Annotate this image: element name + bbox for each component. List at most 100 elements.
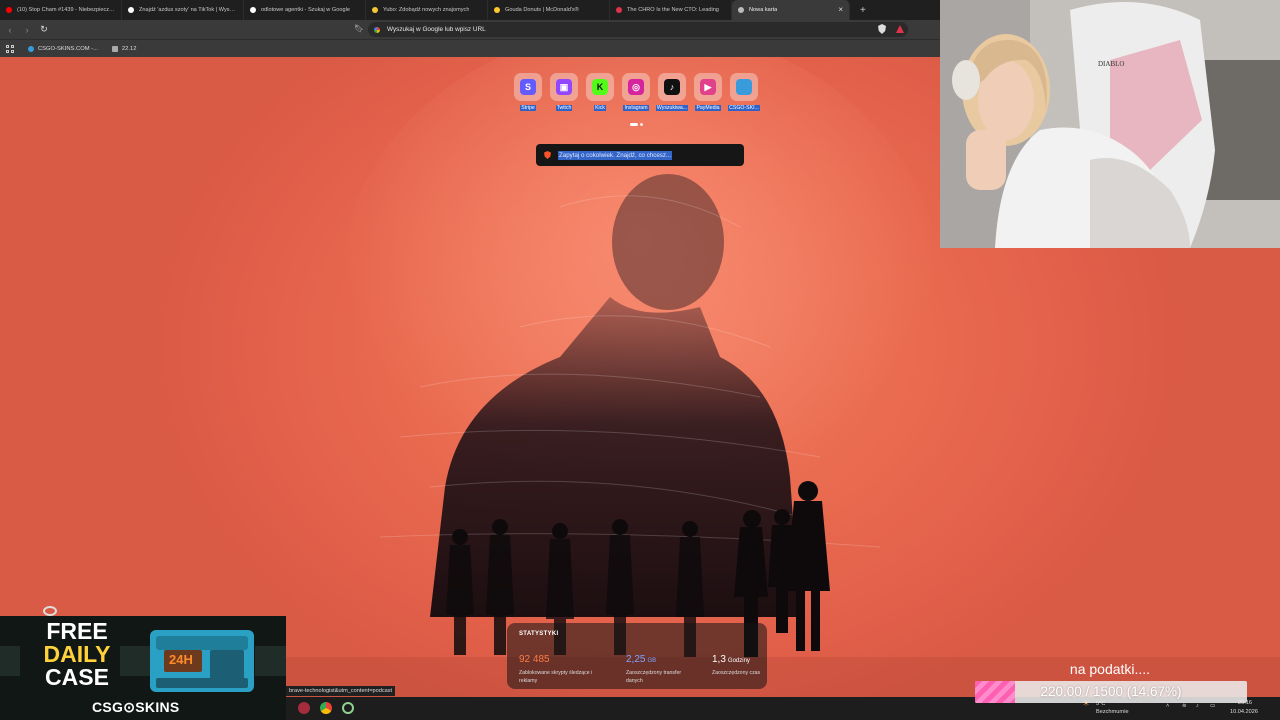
page-icon: [111, 45, 118, 52]
shortcut-pager[interactable]: [630, 123, 643, 126]
shortcut-instagram[interactable]: ◎ Instagram: [622, 73, 650, 111]
shortcut-label: Kick: [594, 105, 606, 111]
tab-title: Yubo: Zdobądź nowych znajomych: [383, 7, 470, 13]
bookmark-csgo-skins[interactable]: CSGO-SKINS.COM -...: [28, 45, 98, 52]
pager-dot-active[interactable]: [630, 123, 638, 126]
opera-icon[interactable]: [298, 702, 310, 714]
spotify-icon[interactable]: [342, 702, 354, 714]
close-icon[interactable]: ×: [838, 5, 843, 14]
shortcut-tiktok-search[interactable]: ♪ Wyszukiwa...: [655, 73, 689, 111]
clock-date[interactable]: 10.04.2026: [1230, 709, 1258, 715]
tab-new-tab[interactable]: Nowa karta ×: [732, 0, 850, 20]
chevron-up-icon[interactable]: ˄: [1166, 703, 1169, 709]
bookmark-label: CSGO-SKINS.COM -...: [38, 45, 98, 52]
shortcut-label: Wyszukiwa...: [655, 105, 689, 111]
sponsor-brand: CSG⊙SKINS: [92, 699, 180, 715]
csgo-skins-icon: [43, 606, 57, 616]
battery-icon[interactable]: ▭: [1210, 703, 1215, 709]
stat-value: 92 485: [519, 654, 550, 665]
bookmark-icon[interactable]: 🔖︎: [354, 24, 364, 33]
csgo-skins-icon: [736, 79, 752, 95]
headline-line: FREE: [46, 618, 108, 644]
ai-search-placeholder: Zapytaj o cokolwiek. Znajdź, co chcesz..…: [558, 150, 673, 160]
leo-ai-search-box[interactable]: Zapytaj o cokolwiek. Znajdź, co chcesz..…: [536, 144, 744, 166]
tab-title: Gouda Donuts | McDonald's®: [505, 7, 579, 13]
donation-goal-title: na podatki....: [1069, 661, 1151, 677]
shortcut-stripe[interactable]: S Stripe: [514, 73, 542, 111]
tab-chro-article[interactable]: The CHRO Is the New CTO: Leading: [610, 0, 732, 20]
headline-line: CASE: [45, 664, 109, 690]
shortcut-paymedia[interactable]: ▶ PayMedia: [694, 73, 722, 111]
yubo-icon: [372, 7, 378, 13]
tiktok-icon: [128, 7, 134, 13]
shortcut-kick[interactable]: K Kick: [586, 73, 614, 111]
streamer-webcam-image: DIABLO: [940, 0, 1280, 248]
tab-strip: (10) Stop Cham #1439 - Niebezpieczne Zna…: [0, 0, 940, 20]
tiktok-icon: ♪: [664, 79, 680, 95]
stat-description: Zablokowane skrypty śledzące i reklamy: [519, 670, 593, 684]
brave-icon: [738, 7, 744, 13]
webcam-overlay: DIABLO: [940, 0, 1280, 248]
tab-title: (10) Stop Cham #1439 - Niebezpieczne: [17, 7, 115, 13]
kick-icon: K: [592, 79, 608, 95]
google-icon: [250, 7, 256, 13]
tab-title: Znajdź 'azdus szoty' na TikTok | Wyszuka…: [139, 7, 237, 13]
reload-icon[interactable]: ↻: [37, 24, 51, 35]
instagram-icon: ◎: [628, 79, 644, 95]
address-bar[interactable]: Wyszukaj w Google lub wpisz URL: [368, 22, 908, 37]
donation-goal-bar: 220.00 / 1500 (14.67%): [975, 681, 1247, 703]
tab-mcdonalds[interactable]: Gouda Donuts | McDonald's®: [488, 0, 610, 20]
status-bar-url: brave-technologist&utm_content=podcast: [286, 686, 396, 696]
donation-goal-label: 220.00 / 1500 (14.67%): [1040, 684, 1182, 699]
mcdonalds-icon: [494, 7, 500, 13]
twitch-icon: ▣: [556, 79, 572, 95]
address-placeholder: Wyszukaj w Google lub wpisz URL: [387, 26, 486, 33]
tab-google[interactable]: odlotowe agentki - Szukaj w Google: [244, 0, 366, 20]
chair-logo-text: DIABLO: [1098, 60, 1124, 68]
youtube-icon: [6, 7, 12, 13]
tab-title: Nowa karta: [749, 7, 778, 13]
brave-rewards-icon[interactable]: [896, 25, 904, 33]
chrome-icon[interactable]: [320, 702, 332, 714]
new-tab-button[interactable]: +: [860, 5, 866, 16]
browser-toolbar: ‹ › ↻ 🔖︎ Wyszukaj w Google lub wpisz URL: [0, 20, 940, 39]
shortcut-label: PayMedia: [695, 105, 721, 111]
stat-bandwidth-saved: 2,25 GB Zaoszczędzony transfer danych: [626, 649, 696, 685]
stat-time-saved: 1,3 Godziny Zaoszczędzony czas: [712, 649, 762, 677]
shortcut-label: Stripe: [520, 105, 536, 111]
volume-icon[interactable]: ♪: [1196, 703, 1199, 709]
tab-yubo[interactable]: Yubo: Zdobądź nowych znajomych: [366, 0, 488, 20]
stat-value: 1,3: [712, 654, 726, 665]
stat-unit: Godziny: [727, 658, 750, 664]
pager-dot[interactable]: [640, 123, 643, 126]
stat-value: 2,25: [626, 654, 646, 665]
stat-description: Zaoszczędzony transfer danych: [626, 670, 682, 684]
tab-youtube[interactable]: (10) Stop Cham #1439 - Niebezpieczne: [0, 0, 122, 20]
screen: (10) Stop Cham #1439 - Niebezpieczne Zna…: [0, 0, 1280, 720]
top-sites: S Stripe ▣ Twitch K Kick ◎ Instagram ♪ Wyszuk…: [514, 73, 760, 111]
case-badge: 24H: [169, 652, 193, 667]
privacy-stats-card: STATYSTYKI 92 485 Zablokowane skrypty śl…: [507, 623, 767, 689]
stats-title: STATYSTYKI: [519, 631, 559, 637]
brave-icon: [544, 151, 551, 159]
shortcut-twitch[interactable]: ▣ Twitch: [550, 73, 578, 111]
csgo-skins-icon: [28, 45, 34, 52]
shortcut-label: CSGO-SKI...: [728, 105, 760, 111]
back-icon[interactable]: ‹: [3, 25, 17, 35]
tab-title: odlotowe agentki - Szukaj w Google: [261, 7, 350, 13]
headline-line: DAILY: [43, 641, 111, 667]
brave-icon: [616, 7, 622, 13]
bookmark-22-12[interactable]: 22.12: [111, 45, 137, 52]
forward-icon[interactable]: ›: [20, 25, 34, 35]
bookmark-label: 22.12: [121, 45, 137, 52]
stat-unit: GB: [647, 658, 657, 664]
network-icon[interactable]: ≋: [1182, 703, 1187, 709]
sponsor-banner: 24H FREE DAILY CASE CSG⊙SKINS: [0, 616, 286, 720]
shortcut-csgo-skins[interactable]: CSGO-SKI...: [728, 73, 760, 111]
stat-trackers-blocked: 92 485 Zablokowane skrypty śledzące i re…: [519, 649, 603, 685]
paymedia-icon: ▶: [700, 79, 716, 95]
apps-icon[interactable]: [6, 44, 14, 53]
tab-tiktok[interactable]: Znajdź 'azdus szoty' na TikTok | Wyszuka…: [122, 0, 244, 20]
bookmarks-bar: CSGO-SKINS.COM -... 22.12: [0, 39, 940, 57]
stat-description: Zaoszczędzony czas: [712, 670, 761, 676]
